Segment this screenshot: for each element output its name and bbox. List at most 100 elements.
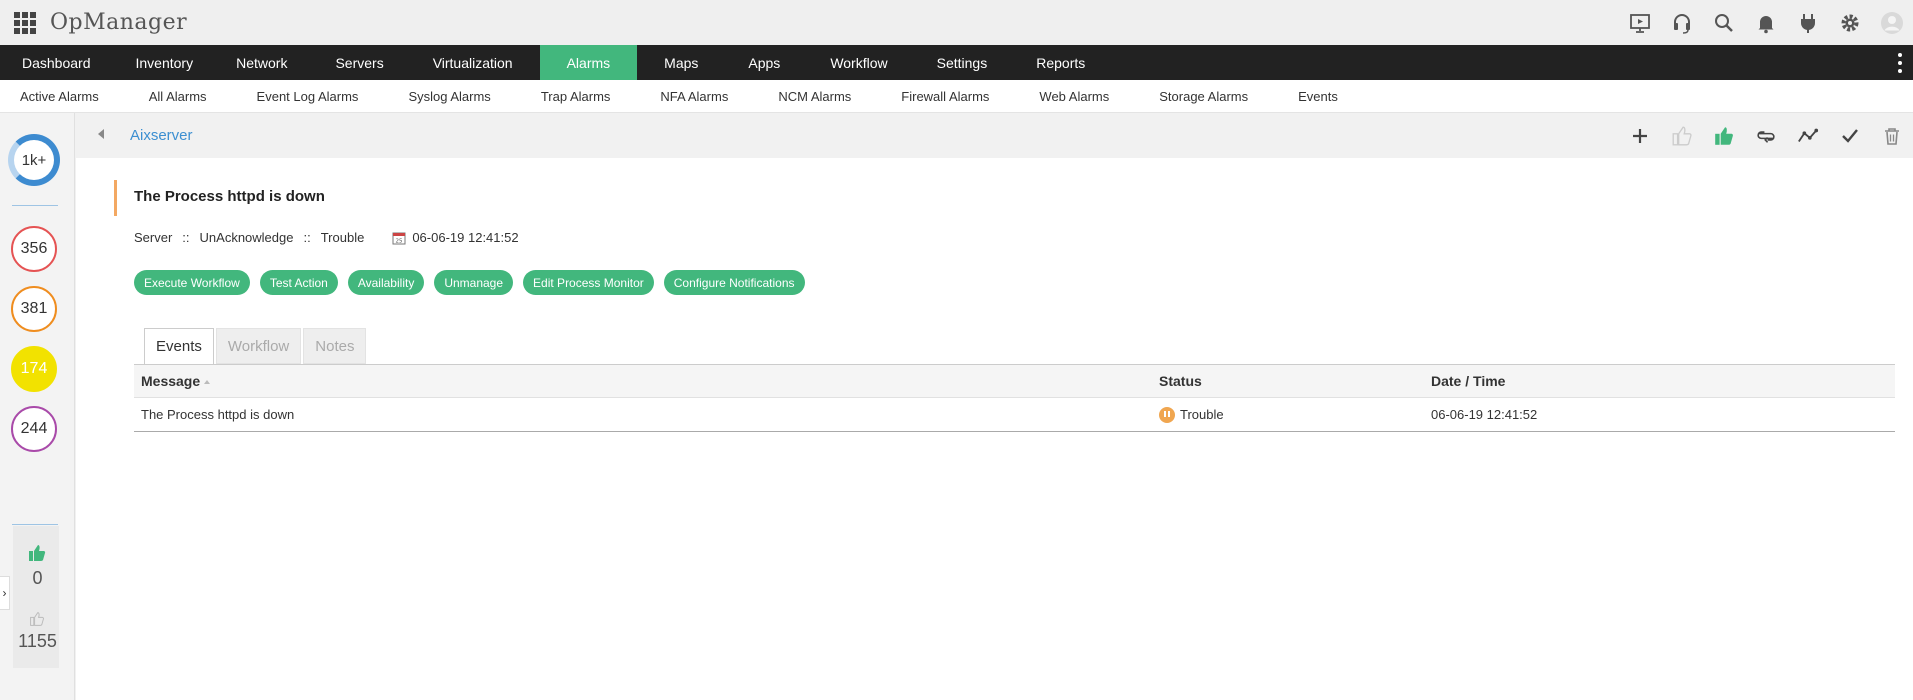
- subnav-ncm-alarms[interactable]: NCM Alarms: [753, 89, 876, 104]
- execute-workflow-button[interactable]: Execute Workflow: [134, 270, 250, 295]
- total-alarms-count: 1k+: [21, 151, 47, 169]
- subnav-all-alarms[interactable]: All Alarms: [124, 89, 232, 104]
- detail-tabs: Events Workflow Notes: [144, 328, 368, 365]
- subnav-events[interactable]: Events: [1273, 89, 1363, 104]
- device-link[interactable]: Aixserver: [130, 127, 193, 144]
- calendar-icon: 25: [392, 232, 406, 244]
- nav-inventory[interactable]: Inventory: [127, 45, 221, 80]
- nav-servers[interactable]: Servers: [319, 45, 416, 80]
- alarm-actions: [1619, 113, 1913, 158]
- header-message-label: Message: [141, 373, 201, 389]
- app-grid-icon[interactable]: [14, 11, 36, 34]
- table-header: Message Status Date / Time: [134, 365, 1895, 398]
- availability-button[interactable]: Availability: [347, 270, 425, 295]
- thumbs-up-icon[interactable]: [27, 543, 47, 563]
- row-datetime: 06-06-19 12:41:52: [1431, 407, 1538, 422]
- nav-dashboard[interactable]: Dashboard: [0, 45, 127, 80]
- subnav-firewall-alarms[interactable]: Firewall Alarms: [876, 89, 1014, 104]
- nav-reports[interactable]: Reports: [1020, 45, 1107, 80]
- subnav-active-alarms[interactable]: Active Alarms: [0, 89, 124, 104]
- loop-icon[interactable]: [1745, 113, 1787, 158]
- header-message[interactable]: Message: [134, 373, 1159, 389]
- graph-icon[interactable]: [1787, 113, 1829, 158]
- configure-notifications-button[interactable]: Configure Notifications: [663, 270, 805, 295]
- events-table: Message Status Date / Time The Process h…: [134, 365, 1895, 432]
- headset-icon[interactable]: [1661, 0, 1703, 45]
- header-status[interactable]: Status: [1159, 373, 1431, 389]
- nav-alarms[interactable]: Alarms: [539, 45, 638, 80]
- row-status-label: Trouble: [1180, 407, 1224, 422]
- alarm-summary-sidebar: 1k+ 356 381 174 244 0 1155 ›: [0, 113, 75, 700]
- subnav-trap-alarms[interactable]: Trap Alarms: [516, 89, 636, 104]
- table-row[interactable]: The Process httpd is down Trouble 06-06-…: [134, 398, 1895, 432]
- plug-icon[interactable]: [1787, 0, 1829, 45]
- trouble-count-badge[interactable]: 174: [11, 346, 57, 392]
- meta-separator: ::: [303, 230, 311, 245]
- alarm-action-buttons: Execute Workflow Test Action Availabilit…: [134, 270, 815, 295]
- check-icon[interactable]: [1829, 113, 1871, 158]
- alarm-ack-state: UnAcknowledge: [199, 230, 294, 245]
- attention-count: 244: [20, 420, 48, 437]
- subnav-syslog-alarms[interactable]: Syslog Alarms: [383, 89, 515, 104]
- trash-icon[interactable]: [1871, 113, 1913, 158]
- thumbs-up-icon[interactable]: [1703, 113, 1745, 158]
- sort-arrow-icon[interactable]: [204, 380, 211, 385]
- sidebar-divider: [12, 524, 58, 525]
- subnav-storage-alarms[interactable]: Storage Alarms: [1134, 89, 1273, 104]
- header-datetime[interactable]: Date / Time: [1431, 373, 1895, 389]
- add-icon[interactable]: [1619, 113, 1661, 158]
- row-message: The Process httpd is down: [141, 407, 295, 422]
- presentation-icon[interactable]: [1619, 0, 1661, 45]
- alarm-severity-bar: [114, 180, 117, 216]
- nav-maps[interactable]: Maps: [637, 45, 732, 80]
- unmanage-button[interactable]: Unmanage: [434, 270, 514, 295]
- subnav-nfa-alarms[interactable]: NFA Alarms: [635, 89, 753, 104]
- chevron-right-icon: ›: [2, 586, 7, 600]
- acknowledged-count[interactable]: 0: [0, 568, 75, 589]
- tab-notes[interactable]: Notes: [303, 328, 367, 364]
- more-menu-icon[interactable]: [1897, 53, 1903, 73]
- critical-count: 356: [20, 240, 48, 257]
- nav-settings[interactable]: Settings: [921, 45, 1021, 80]
- total-alarms-donut[interactable]: 1k+: [8, 134, 60, 186]
- alarm-meta: Server :: UnAcknowledge :: Trouble 25 06…: [134, 230, 519, 245]
- tab-workflow[interactable]: Workflow: [215, 328, 302, 364]
- alarm-timestamp: 06-06-19 12:41:52: [412, 230, 519, 245]
- subnav-web-alarms[interactable]: Web Alarms: [1014, 89, 1134, 104]
- alarm-severity: Trouble: [320, 230, 365, 245]
- alarm-category: Server: [134, 230, 173, 245]
- alarm-title: The Process httpd is down: [134, 188, 325, 205]
- trouble-count: 174: [20, 360, 48, 377]
- user-avatar-icon[interactable]: [1871, 0, 1913, 45]
- nav-workflow[interactable]: Workflow: [814, 45, 920, 80]
- thumbs-up-outline-icon[interactable]: [29, 611, 45, 627]
- sub-nav: Active Alarms All Alarms Event Log Alarm…: [0, 80, 1913, 113]
- gear-icon[interactable]: [1829, 0, 1871, 45]
- search-icon[interactable]: [1703, 0, 1745, 45]
- unacknowledged-count[interactable]: 1155: [0, 631, 75, 652]
- critical-count-badge[interactable]: 356: [11, 226, 57, 272]
- major-count: 381: [20, 300, 48, 317]
- nav-network[interactable]: Network: [220, 45, 319, 80]
- test-action-button[interactable]: Test Action: [259, 270, 338, 295]
- major-count-badge[interactable]: 381: [11, 286, 57, 332]
- sidebar-divider: [12, 205, 58, 206]
- expand-sidebar-handle[interactable]: ›: [0, 576, 10, 610]
- tab-events[interactable]: Events: [144, 328, 214, 365]
- svg-text:25: 25: [396, 238, 403, 244]
- nav-virtualization[interactable]: Virtualization: [417, 45, 540, 80]
- row-status: Trouble: [1159, 406, 1431, 423]
- trouble-status-icon: [1159, 406, 1175, 423]
- subnav-event-log-alarms[interactable]: Event Log Alarms: [232, 89, 384, 104]
- meta-separator: ::: [182, 230, 190, 245]
- edit-process-monitor-button[interactable]: Edit Process Monitor: [523, 270, 654, 295]
- thumbs-up-outline-icon[interactable]: [1661, 113, 1703, 158]
- main-nav: Dashboard Inventory Network Servers Virt…: [0, 45, 1913, 80]
- attention-count-badge[interactable]: 244: [11, 406, 57, 452]
- bell-icon[interactable]: [1745, 0, 1787, 45]
- nav-apps[interactable]: Apps: [732, 45, 814, 80]
- app-title: OpManager: [50, 10, 188, 35]
- back-arrow-icon[interactable]: [98, 129, 104, 139]
- top-icons: [1619, 0, 1913, 45]
- details-toolbar: Aixserver: [76, 113, 1913, 158]
